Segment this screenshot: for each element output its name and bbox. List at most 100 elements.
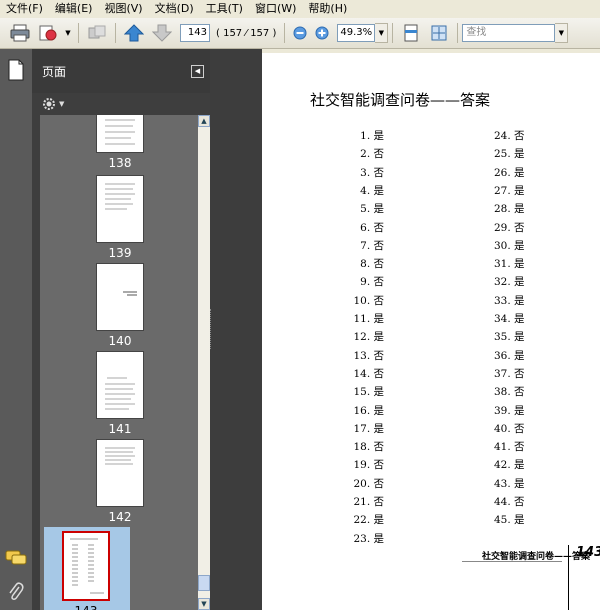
answer-item: 45. 是 <box>494 514 525 527</box>
answer-item: 24. 否 <box>494 130 525 142</box>
answer-item: 29. 否 <box>494 221 525 234</box>
next-page-button[interactable] <box>150 22 174 44</box>
answer-item: 20. 否 <box>353 477 384 490</box>
page-title: 社交智能调查问卷——答案 <box>310 91 491 109</box>
menu-bar: 文件(F) 编辑(E) 视图(V) 文档(D) 工具(T) 窗口(W) 帮助(H… <box>0 0 600 18</box>
panel-title: 页面 <box>42 64 67 79</box>
menu-edit[interactable]: 编辑(E) <box>49 0 99 18</box>
thumbnail-label: 143 <box>40 604 162 610</box>
attachments-nav-button[interactable] <box>8 581 24 606</box>
page-number-input[interactable]: 143 <box>180 24 210 42</box>
fit-page-button[interactable] <box>399 22 423 44</box>
menu-view[interactable]: 视图(V) <box>98 0 148 18</box>
answer-item: 25. 是 <box>494 148 525 161</box>
gear-icon <box>43 98 55 110</box>
thumbnail-139[interactable]: 139 <box>44 175 196 260</box>
thumbnail-label: 140 <box>108 334 132 348</box>
thumbnail-page <box>96 263 144 331</box>
menu-help[interactable]: 帮助(H) <box>302 0 353 18</box>
page-count: ( 157 ⁄ 157 ) <box>216 27 277 39</box>
thumbnail-138[interactable]: 138 <box>44 115 196 170</box>
answer-item: 23. 是 <box>353 532 384 545</box>
zoom-input[interactable]: 49.3% <box>337 24 376 42</box>
thumbnail-label: 139 <box>108 246 132 260</box>
menu-tools[interactable]: 工具(T) <box>200 0 249 18</box>
answer-item: 9. 否 <box>360 276 384 289</box>
answer-item: 1. 是 <box>360 130 384 142</box>
scroll-down-button[interactable]: ▼ <box>198 598 210 610</box>
comment-icon <box>5 550 27 565</box>
document-page: 社交智能调查问卷——答案 1. 是 2. 否 3. 否 4. 是 5. 是 6. 否 7. … <box>262 53 600 610</box>
running-footer: 社交智能调查问卷——答案 <box>482 552 591 562</box>
answer-item: 17. 是 <box>353 422 384 435</box>
printer-icon <box>10 24 30 42</box>
answer-item: 26. 是 <box>494 166 525 179</box>
thumbnail-143[interactable]: 143 <box>40 527 162 610</box>
answer-item: 15. 是 <box>353 386 384 399</box>
answer-item: 18. 否 <box>353 441 384 454</box>
paperclip-icon <box>9 582 24 600</box>
thumbnail-140[interactable]: 140 <box>44 263 196 348</box>
answer-item: 32. 是 <box>494 276 525 289</box>
options-button[interactable]: ▼ <box>32 93 210 115</box>
chevron-down-icon: ▼ <box>59 100 65 108</box>
thumbnail-page <box>96 175 144 243</box>
thumbnail-page <box>96 351 144 419</box>
email-button[interactable] <box>36 22 60 44</box>
answer-item: 4. 是 <box>360 184 384 197</box>
answer-item: 42. 是 <box>494 459 525 472</box>
answer-item: 41. 否 <box>494 441 525 454</box>
pages-nav-button[interactable] <box>7 59 25 84</box>
menu-file[interactable]: 文件(F) <box>0 0 49 18</box>
zoom-dropdown[interactable]: ▼ <box>375 23 389 43</box>
answer-item: 6. 否 <box>360 221 384 234</box>
thumbnail-page-selected <box>62 531 110 601</box>
pages-panel: 页面 ◀ ▼ 138 139 140 141 142 ▲ ▼ <box>32 49 210 610</box>
answer-item: 19. 否 <box>353 459 384 472</box>
menu-document[interactable]: 文档(D) <box>149 0 200 18</box>
answer-item: 3. 否 <box>360 166 384 179</box>
answer-item: 39. 是 <box>494 404 525 417</box>
answer-item: 13. 否 <box>353 349 384 362</box>
toolbar: ▼ 143 ( 157 ⁄ 157 ) 49.3% ▼ 查找 ▼ <box>0 18 600 49</box>
answer-item: 37. 否 <box>494 367 525 380</box>
page-number: 143 <box>576 545 600 560</box>
search-input[interactable]: 查找 <box>462 24 556 42</box>
comments-nav-button[interactable] <box>5 549 27 570</box>
search-dropdown[interactable]: ▼ <box>555 23 569 43</box>
print-button[interactable] <box>8 22 32 44</box>
answer-item: 2. 否 <box>360 148 384 161</box>
separator <box>392 23 394 43</box>
answer-item: 28. 是 <box>494 203 525 216</box>
answer-item: 31. 是 <box>494 258 525 271</box>
thumbnail-page <box>96 115 144 153</box>
full-screen-icon <box>431 25 447 41</box>
thumbnail-label: 142 <box>108 510 132 524</box>
answer-item: 35. 是 <box>494 331 525 344</box>
scroll-thumb[interactable] <box>198 575 210 591</box>
menu-window[interactable]: 窗口(W) <box>249 0 302 18</box>
separator <box>284 23 286 43</box>
answer-item: 16. 是 <box>353 404 384 417</box>
zoom-out-button[interactable] <box>291 22 309 44</box>
collaborate-button[interactable] <box>85 22 109 44</box>
full-screen-button[interactable] <box>427 22 451 44</box>
separator <box>78 23 79 43</box>
thumbnail-scrollbar[interactable]: ▲ ▼ <box>198 115 210 610</box>
pages-icon <box>8 59 24 81</box>
scroll-up-button[interactable]: ▲ <box>198 115 210 127</box>
answer-item: 33. 是 <box>494 294 525 307</box>
email-dropdown[interactable]: ▼ <box>62 24 74 42</box>
thumbnail-list: 138 139 140 141 142 <box>40 115 198 610</box>
thumbnail-label: 138 <box>108 156 132 170</box>
thumbnail-142[interactable]: 142 <box>44 439 196 524</box>
zoom-in-button[interactable] <box>313 22 331 44</box>
answer-item: 22. 是 <box>353 514 384 527</box>
collaborate-icon <box>88 25 106 39</box>
thumbnail-141[interactable]: 141 <box>44 351 196 436</box>
previous-page-button[interactable] <box>122 22 146 44</box>
separator <box>457 23 459 43</box>
collapse-panel-button[interactable]: ◀ <box>191 65 204 78</box>
arrow-up-icon <box>124 24 144 42</box>
panel-splitter[interactable] <box>210 49 262 610</box>
